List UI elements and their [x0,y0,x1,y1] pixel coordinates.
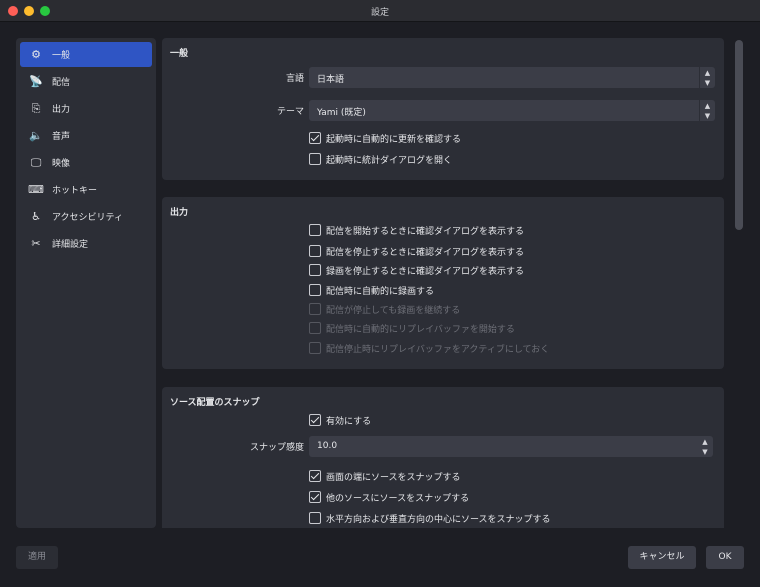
checkbox-label: 起動時に統計ダイアログを開く [326,155,453,166]
sidebar-item-stream[interactable]: 📡 配信 [20,69,152,94]
checkbox-label: 配信を開始するときに確認ダイアログを表示する [326,226,525,237]
checkbox-box [309,342,321,354]
confirm-stop-stream-checkbox[interactable]: 配信を停止するときに確認ダイアログを表示する [309,244,524,258]
keep-replay-buffer-checkbox: 配信停止時にリプレイバッファをアクティブにしておく [309,341,549,355]
ok-button[interactable]: OK [706,546,744,569]
checkbox-box[interactable] [309,284,321,296]
checkbox-label: 起動時に自動的に更新を確認する [326,134,462,145]
theme-select[interactable]: Yami (既定) ▲ ▼ [309,100,715,121]
keep-recording-checkbox: 配信が停止しても録画を継続する [309,302,460,316]
spinbox-value: 10.0 [317,441,338,451]
sidebar-item-label: 配信 [52,78,71,88]
sidebar-item-label: アクセシビリティ [52,213,124,223]
checkbox-box[interactable] [309,491,321,503]
checkbox-label: 配信が停止しても録画を継続する [326,305,461,316]
sidebar-item-audio[interactable]: 🔈 音声 [20,123,152,148]
auto-replay-buffer-checkbox: 配信時に自動的にリプレイバッファを開始する [309,321,515,335]
checkbox-box [309,303,321,315]
chevron-up-down-icon: ▲ ▼ [699,100,715,121]
cancel-button[interactable]: キャンセル [628,546,696,569]
checkbox-label: 配信を停止するときに確認ダイアログを表示する [326,247,525,258]
checkbox-box[interactable] [309,245,321,257]
tools-icon: ✂ [31,237,41,250]
window-title: 設定 [370,8,389,18]
snap-sensitivity-label: スナップ感度 [249,443,304,453]
sidebar-item-label: ホットキー [52,186,98,196]
checkbox-label: 配信停止時にリプレイバッファをアクティブにしておく [326,344,550,355]
group-title: 一般 [170,49,189,59]
checkbox-box[interactable] [309,224,321,236]
sidebar-item-hotkeys[interactable]: ⌨ ホットキー [20,177,152,202]
sidebar-item-advanced[interactable]: ✂ 詳細設定 [20,231,152,256]
snap-enable-checkbox[interactable]: 有効にする [309,413,371,427]
checkbox-box[interactable] [309,153,321,165]
monitor-icon: 🖵 [30,155,42,169]
checkbox-label: 有効にする [326,416,372,427]
checkbox-box[interactable] [309,414,321,426]
checkbox-label: 他のソースにソースをスナップする [326,493,470,504]
broadcast-icon: 📡 [29,75,43,88]
settings-sidebar: ⚙ 一般 📡 配信 ⎘ 出力 🔈 音声 🖵 映像 ⌨ ホットキー ♿ アクセシビ… [16,38,156,528]
open-stats-checkbox[interactable]: 起動時に統計ダイアログを開く [309,152,452,166]
output-icon: ⎘ [31,101,41,115]
content-scrollbar[interactable] [735,38,743,528]
checkbox-label: 水平方向および垂直方向の中心にソースをスナップする [326,514,551,525]
auto-record-checkbox[interactable]: 配信時に自動的に録画する [309,283,434,297]
keyboard-icon: ⌨ [28,183,44,196]
checkbox-label: 配信時に自動的にリプレイバッファを開始する [326,324,515,335]
sidebar-item-label: 一般 [52,51,71,61]
title-bar: 設定 [0,0,760,22]
confirm-stop-record-checkbox[interactable]: 録画を停止するときに確認ダイアログを表示する [309,263,524,277]
snap-sensitivity-spinbox[interactable]: 10.0 ▲ ▼ [309,436,713,457]
spin-arrows-icon[interactable]: ▲ ▼ [697,436,713,457]
accessibility-icon: ♿ [31,210,41,223]
sidebar-item-label: 音声 [52,132,71,142]
chevron-up-down-icon: ▲ ▼ [699,67,715,88]
checkbox-label: 配信時に自動的に録画する [326,286,435,297]
sidebar-item-accessibility[interactable]: ♿ アクセシビリティ [20,204,152,229]
sidebar-item-label: 出力 [52,105,71,115]
language-select[interactable]: 日本語 ▲ ▼ [309,67,715,88]
sidebar-item-video[interactable]: 🖵 映像 [20,150,152,175]
checkbox-box[interactable] [309,470,321,482]
group-title: 出力 [170,208,189,218]
select-value: Yami (既定) [317,108,366,118]
checkbox-box [309,322,321,334]
sidebar-item-label: 映像 [52,159,71,169]
sidebar-item-output[interactable]: ⎘ 出力 [20,96,152,121]
sidebar-item-label: 詳細設定 [52,240,89,250]
check-updates-checkbox[interactable]: 起動時に自動的に更新を確認する [309,131,461,145]
checkbox-box[interactable] [309,512,321,524]
checkbox-box[interactable] [309,264,321,276]
snapping-group: ソース配置のスナップ 有効にする スナップ感度 10.0 ▲ ▼ 画面の端にソース… [162,387,724,528]
apply-button[interactable]: 適用 [16,546,58,569]
snap-screen-edge-checkbox[interactable]: 画面の端にソースをスナップする [309,469,461,483]
snap-other-sources-checkbox[interactable]: 他のソースにソースをスナップする [309,490,469,504]
checkbox-label: 録画を停止するときに確認ダイアログを表示する [326,266,525,277]
output-group: 出力 配信を開始するときに確認ダイアログを表示する 配信を停止するときに確認ダイ… [162,197,724,369]
snap-center-checkbox[interactable]: 水平方向および垂直方向の中心にソースをスナップする [309,511,551,525]
sidebar-item-general[interactable]: ⚙ 一般 [20,42,152,67]
select-value: 日本語 [317,75,345,85]
checkbox-box[interactable] [309,132,321,144]
general-group: 一般 言語 日本語 ▲ ▼ テーマ Yami (既定) ▲ ▼ 起動時に自動的に更新… [162,38,724,180]
scrollbar-thumb[interactable] [735,40,743,230]
settings-content: 一般 言語 日本語 ▲ ▼ テーマ Yami (既定) ▲ ▼ 起動時に自動的に更新… [156,30,734,528]
language-label: 言語 [285,74,304,84]
gear-icon: ⚙ [31,48,41,61]
speaker-icon: 🔈 [29,129,43,142]
group-title: ソース配置のスナップ [170,398,260,408]
confirm-start-stream-checkbox[interactable]: 配信を開始するときに確認ダイアログを表示する [309,223,524,237]
theme-label: テーマ [276,107,304,117]
checkbox-label: 画面の端にソースをスナップする [326,472,461,483]
